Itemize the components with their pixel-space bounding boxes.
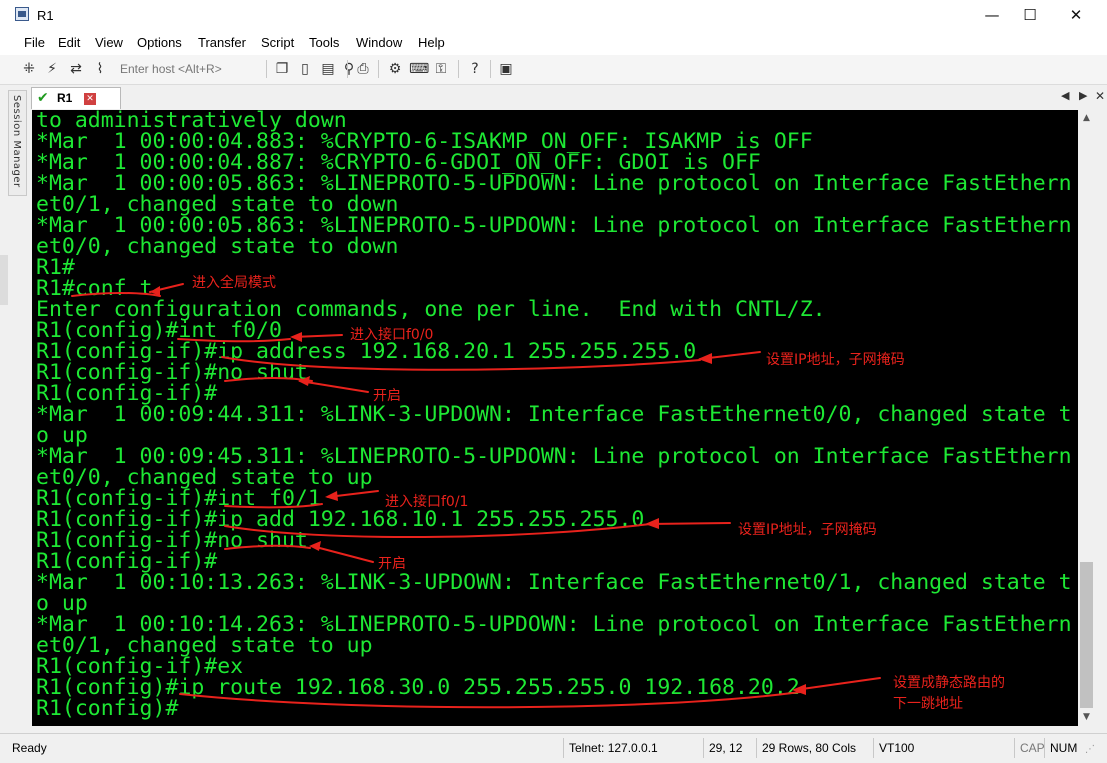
terminal-line: o up bbox=[36, 423, 88, 448]
tab-r1[interactable]: ✔ R1 ✕ bbox=[31, 87, 121, 109]
keymap-icon[interactable]: ⌨ bbox=[409, 60, 429, 78]
key-icon[interactable]: ⚿ bbox=[432, 60, 450, 78]
toolbar-separator bbox=[458, 60, 459, 78]
resize-grip-icon[interactable]: ⋰ bbox=[1085, 744, 1095, 755]
annotation-static-route-line2: 下一跳地址 bbox=[893, 696, 963, 712]
settings-icon[interactable]: ⚙ bbox=[386, 60, 404, 78]
terminal-line: et0/0, changed state to up bbox=[36, 465, 373, 490]
annotation-enable-2: 开启 bbox=[378, 556, 406, 572]
terminal-line: *Mar 1 00:09:45.311: %LINEPROTO-5-UPDOWN… bbox=[36, 444, 1072, 469]
session-manager-tab[interactable]: Session Manager bbox=[8, 90, 27, 196]
close-icon: ✕ bbox=[86, 94, 94, 104]
terminal-line: et0/0, changed state to down bbox=[36, 234, 399, 259]
menu-help[interactable]: Help bbox=[418, 35, 445, 50]
print-icon[interactable]: ⎙ bbox=[354, 60, 372, 78]
toolbar-separator bbox=[266, 60, 267, 78]
menu-script[interactable]: Script bbox=[261, 35, 294, 50]
terminal-scrollbar[interactable]: ▲ ▼ bbox=[1078, 110, 1095, 726]
status-bar: Ready Telnet: 127.0.0.1 29, 12 29 Rows, … bbox=[0, 733, 1107, 763]
paste-icon[interactable]: ▯ bbox=[296, 60, 314, 78]
terminal-line: R1(config-if)# bbox=[36, 549, 218, 574]
close-icon: ✕ bbox=[1069, 6, 1083, 24]
reconnect-icon[interactable]: ⇄ bbox=[67, 60, 85, 78]
terminal-line: R1(config)#int f0/0 bbox=[36, 318, 282, 343]
terminal-line: et0/1, changed state to down bbox=[36, 192, 399, 217]
annotation-set-ip-1: 设置IP地址，子网掩码 bbox=[766, 352, 905, 368]
status-terminal-size: 29 Rows, 80 Cols bbox=[756, 738, 873, 758]
terminal-line: R1(config-if)#ip add 192.168.10.1 255.25… bbox=[36, 507, 645, 532]
tab-scroll-left-icon[interactable]: ◀ bbox=[1061, 89, 1069, 102]
help-icon[interactable]: ? bbox=[466, 60, 484, 78]
status-emulation: VT100 bbox=[873, 738, 1014, 758]
tab-scroll-right-icon[interactable]: ▶ bbox=[1079, 89, 1087, 102]
terminal-line: o up bbox=[36, 591, 88, 616]
window-title: R1 bbox=[37, 8, 54, 23]
maximize-button[interactable]: ☐ bbox=[1007, 0, 1053, 31]
terminal-screen[interactable]: to administratively down *Mar 1 00:00:04.… bbox=[32, 110, 1078, 726]
menu-transfer[interactable]: Transfer bbox=[198, 35, 246, 50]
maximize-icon: ☐ bbox=[1023, 6, 1037, 24]
toolbar-separator bbox=[490, 60, 491, 78]
tab-close-button[interactable]: ✕ bbox=[84, 93, 96, 105]
terminal-line: R1(config-if)#int f0/1 bbox=[36, 486, 321, 511]
sftp-icon[interactable]: ▣ bbox=[497, 60, 515, 78]
annotation-enter-f01: 进入接口f0/1 bbox=[385, 494, 469, 510]
terminal-line: et0/1, changed state to up bbox=[36, 633, 373, 658]
session-manager-label: Session Manager bbox=[11, 95, 22, 188]
terminal-line: Enter configuration commands, one per li… bbox=[36, 297, 826, 322]
scroll-up-icon[interactable]: ▲ bbox=[1078, 110, 1095, 127]
menu-window[interactable]: Window bbox=[356, 35, 402, 50]
annotation-set-ip-2: 设置IP地址，子网掩码 bbox=[738, 522, 877, 538]
menu-file[interactable]: File bbox=[24, 35, 45, 50]
annotation-enter-f00: 进入接口f0/0 bbox=[350, 327, 434, 343]
terminal-line: R1(config-if)#ip address 192.168.20.1 25… bbox=[36, 339, 697, 364]
disconnect-icon[interactable]: ⌇ bbox=[91, 60, 109, 78]
menu-edit[interactable]: Edit bbox=[58, 35, 80, 50]
toolbar-separator bbox=[378, 60, 379, 78]
menu-tools[interactable]: Tools bbox=[309, 35, 339, 50]
terminal-line: to administratively down bbox=[36, 110, 347, 133]
toolbar: ⁜ ⚡ ⇄ ⌇ Enter host <Alt+R> ❐ ▯ ▤ ⚲ ⎙ ⚙ ⌨… bbox=[0, 55, 1107, 85]
close-button[interactable]: ✕ bbox=[1053, 0, 1099, 31]
toolbar-separator bbox=[347, 60, 348, 78]
tab-label: R1 bbox=[57, 91, 73, 105]
terminal-line: *Mar 1 00:00:04.883: %CRYPTO-6-ISAKMP_ON… bbox=[36, 129, 813, 154]
annotation-enable-1: 开启 bbox=[373, 388, 401, 404]
menu-view[interactable]: View bbox=[95, 35, 123, 50]
terminal-line: *Mar 1 00:00:04.887: %CRYPTO-6-GDOI_ON_O… bbox=[36, 150, 761, 175]
scroll-thumb[interactable] bbox=[1080, 562, 1093, 708]
host-input[interactable]: Enter host <Alt+R> bbox=[116, 60, 264, 78]
terminal-line: *Mar 1 00:10:14.263: %LINEPROTO-5-UPDOWN… bbox=[36, 612, 1072, 637]
terminal-line: *Mar 1 00:00:05.863: %LINEPROTO-5-UPDOWN… bbox=[36, 213, 1072, 238]
copy-icon[interactable]: ❐ bbox=[273, 60, 291, 78]
connect-icon[interactable]: ⁜ bbox=[20, 60, 38, 78]
terminal-output: to administratively down *Mar 1 00:00:04.… bbox=[36, 110, 1072, 719]
quick-connect-icon[interactable]: ⚡ bbox=[43, 60, 61, 78]
check-icon: ✔ bbox=[37, 90, 49, 106]
background-window-edge bbox=[0, 255, 8, 305]
terminal-line: *Mar 1 00:00:05.863: %LINEPROTO-5-UPDOWN… bbox=[36, 171, 1072, 196]
terminal-line: *Mar 1 00:10:13.263: %LINK-3-UPDOWN: Int… bbox=[36, 570, 1072, 595]
terminal-line: R1(config-if)#no shut bbox=[36, 360, 308, 385]
tab-close-all-icon[interactable]: ✕ bbox=[1095, 89, 1105, 103]
terminal-line: R1(config-if)#no shut bbox=[36, 528, 308, 553]
app-icon bbox=[15, 7, 29, 21]
status-cursor-position: 29, 12 bbox=[703, 738, 756, 758]
annotation-static-route-line1: 设置成静态路由的 bbox=[893, 675, 1005, 691]
scroll-down-icon[interactable]: ▼ bbox=[1078, 709, 1095, 726]
clipboard-icon[interactable]: ▤ bbox=[319, 60, 337, 78]
status-ready: Ready bbox=[12, 741, 47, 755]
menu-bar: File Edit View Options Transfer Script T… bbox=[0, 31, 1107, 55]
annotation-global-mode: 进入全局模式 bbox=[192, 275, 276, 291]
status-connection: Telnet: 127.0.0.1 bbox=[563, 738, 703, 758]
menu-options[interactable]: Options bbox=[137, 35, 182, 50]
status-caps: CAP bbox=[1014, 738, 1045, 758]
terminal-line: R1(config-if)# bbox=[36, 381, 218, 406]
tab-strip: ✔ R1 ✕ ◀ ▶ ✕ bbox=[27, 85, 1105, 109]
terminal-line: *Mar 1 00:09:44.311: %LINK-3-UPDOWN: Int… bbox=[36, 402, 1072, 427]
minimize-icon: — bbox=[984, 6, 1000, 24]
status-num: NUM bbox=[1044, 738, 1084, 758]
title-bar: R1 — ☐ ✕ bbox=[0, 0, 1107, 31]
